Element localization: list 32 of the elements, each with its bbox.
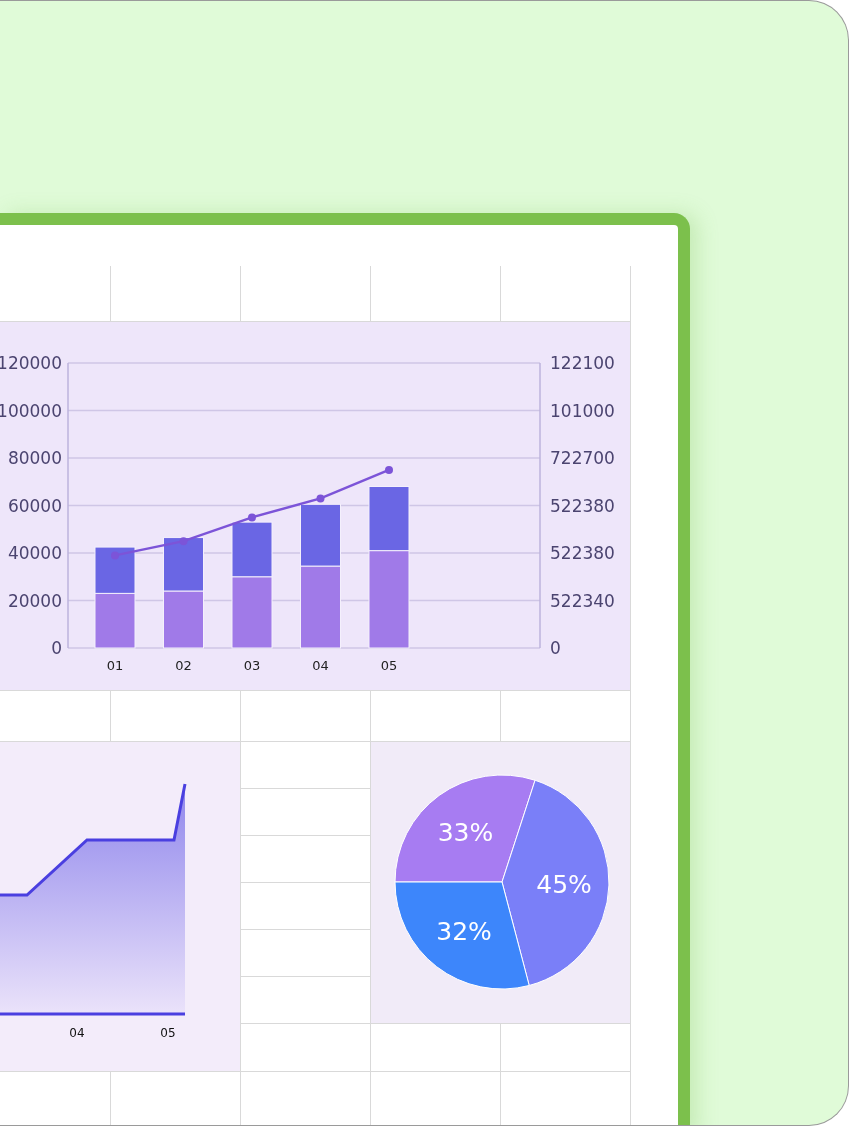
bar: [300, 503, 341, 567]
axis-label: 60000: [7, 495, 62, 516]
bar: [94, 546, 136, 594]
bar: [231, 521, 273, 578]
data-point: [316, 494, 325, 503]
axis-label: 0: [51, 638, 62, 658]
data-point: [179, 537, 188, 546]
bar: [94, 592, 136, 649]
bar: [163, 537, 204, 592]
axis-label: 40000: [7, 543, 62, 563]
axis-label: 522380: [550, 543, 615, 563]
axis-label: 80000: [7, 448, 62, 468]
bar: [163, 590, 204, 649]
axis-label: 101000: [550, 400, 615, 421]
axis-label: 0: [550, 638, 561, 658]
slice-label: 32%: [436, 917, 492, 947]
axis-label: 01: [106, 658, 124, 673]
axis-label: 522380: [550, 495, 615, 516]
slice-label: 33%: [437, 817, 494, 847]
axis-label: 722700: [550, 448, 615, 468]
axis-label: 03: [243, 658, 261, 673]
axis-label: 05: [160, 1026, 176, 1040]
axis-label: 122100: [550, 353, 615, 373]
axis-label: 04: [312, 658, 329, 673]
axis-label: 05: [380, 658, 398, 673]
axis-label: 02: [175, 658, 192, 673]
slice-label: 45%: [536, 869, 592, 899]
axis-label: 20000: [7, 590, 62, 611]
data-point: [248, 513, 256, 522]
axis-label: 522340: [550, 590, 615, 611]
axis-label: 04: [69, 1026, 85, 1040]
data-point: [385, 465, 393, 474]
